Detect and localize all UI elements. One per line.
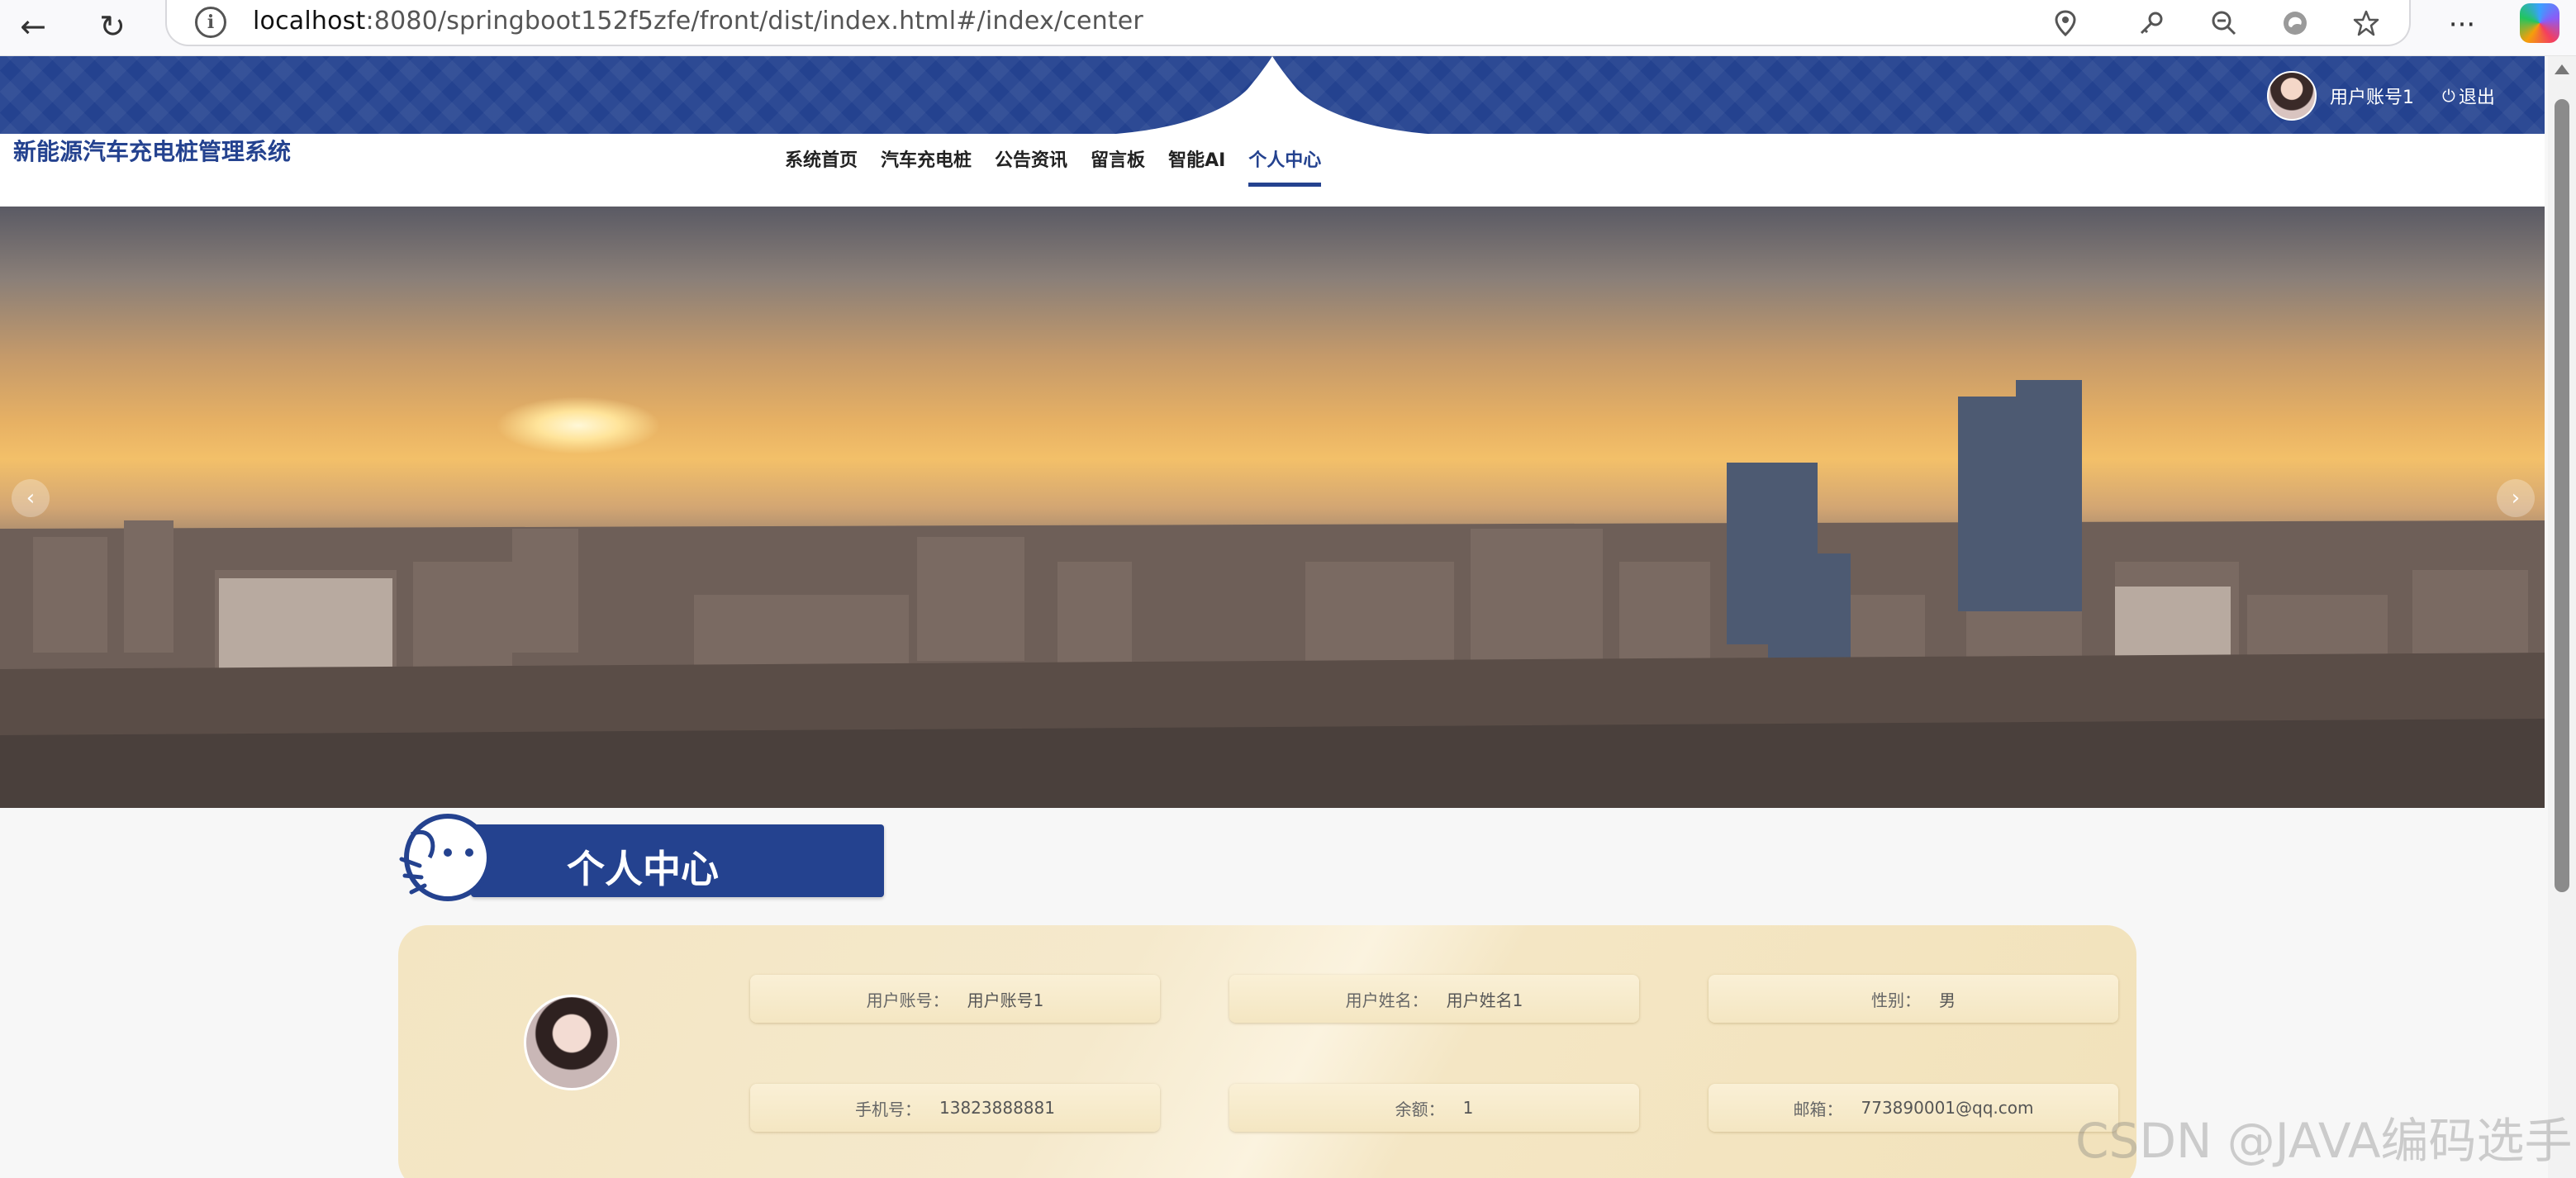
- nav-charging-piles[interactable]: 汽车充电桩: [881, 145, 972, 180]
- field-gender: 性别： 男: [1709, 975, 2118, 1023]
- section-header: 个人中心: [397, 810, 884, 917]
- scroll-up-icon[interactable]: [2555, 64, 2569, 74]
- scrollbar-thumb[interactable]: [2555, 99, 2569, 892]
- field-label: 性别：: [1871, 990, 1921, 1010]
- profile-card: 用户账号： 用户账号1 用户姓名： 用户姓名1 性别： 男 手机号： 13823…: [398, 925, 2136, 1178]
- carousel-prev-button[interactable]: ‹: [12, 479, 50, 517]
- edge-refresh-icon[interactable]: [2279, 7, 2312, 40]
- profile-avatar[interactable]: [524, 995, 620, 1090]
- banner-carousel: ‹ ›: [0, 207, 2545, 808]
- reload-icon[interactable]: ↻: [91, 5, 134, 48]
- field-phone: 手机号： 13823888881: [750, 1084, 1160, 1132]
- page-viewport: 用户账号1 ⏻ 退出 新能源汽车充电桩管理系统 系统首页 汽车充电桩 公告资讯 …: [0, 56, 2545, 1178]
- field-label: 用户账号：: [866, 990, 949, 1010]
- watermark: CSDN @JAVA编码选手: [2075, 1113, 2573, 1169]
- mascot-face-icon: [399, 814, 492, 901]
- field-value: 男: [1939, 990, 1956, 1010]
- nav-announcements[interactable]: 公告资讯: [995, 145, 1067, 180]
- power-icon: ⏻: [2442, 86, 2455, 106]
- copilot-icon[interactable]: [2520, 3, 2559, 43]
- section-title-bar: 个人中心: [471, 824, 884, 897]
- nav-smart-ai[interactable]: 智能AI: [1168, 145, 1225, 180]
- field-label: 手机号：: [855, 1099, 921, 1119]
- nav-message-board[interactable]: 留言板: [1091, 145, 1145, 180]
- url-text[interactable]: localhost:8080/springboot152f5zfe/front/…: [253, 7, 1143, 36]
- field-label: 余额：: [1395, 1099, 1445, 1119]
- back-icon[interactable]: ←: [12, 5, 55, 48]
- logout-button[interactable]: ⏻ 退出: [2442, 83, 2495, 109]
- field-label: 邮箱：: [1793, 1099, 1843, 1119]
- section-title: 个人中心: [567, 847, 719, 891]
- field-label: 用户姓名：: [1345, 990, 1428, 1010]
- field-value: 用户姓名1: [1446, 990, 1523, 1010]
- field-value: 用户账号1: [967, 990, 1044, 1010]
- zoom-out-icon[interactable]: [2208, 7, 2241, 40]
- user-avatar[interactable]: [2267, 71, 2317, 121]
- field-name: 用户姓名： 用户姓名1: [1229, 975, 1639, 1023]
- browser-toolbar: ← ↻ i localhost:8080/springboot152f5zfe/…: [0, 0, 2576, 56]
- more-icon[interactable]: ···: [2442, 5, 2482, 45]
- main-menu: 系统首页 汽车充电桩 公告资讯 留言板 智能AI 个人中心: [785, 145, 1322, 187]
- site-title: 新能源汽车充电桩管理系统: [13, 138, 292, 165]
- address-bar[interactable]: i localhost:8080/springboot152f5zfe/fron…: [165, 0, 2411, 46]
- key-icon[interactable]: [2135, 7, 2168, 40]
- top-header-bar: 用户账号1 ⏻ 退出: [0, 56, 2545, 135]
- header-peak-decoration: [1074, 56, 1471, 135]
- nav-personal-center[interactable]: 个人中心: [1248, 145, 1322, 187]
- carousel-next-button[interactable]: ›: [2497, 479, 2535, 517]
- field-balance: 余额： 1: [1229, 1084, 1639, 1132]
- page-scrollbar[interactable]: [2548, 56, 2576, 1178]
- field-value: 13823888881: [939, 1098, 1055, 1118]
- favorite-star-icon[interactable]: [2350, 7, 2383, 40]
- field-email: 邮箱： 773890001@qq.com: [1709, 1084, 2118, 1132]
- city-skyline-image: [0, 380, 2545, 808]
- field-value: 1: [1462, 1098, 1474, 1118]
- logout-label: 退出: [2458, 88, 2495, 108]
- nav-home[interactable]: 系统首页: [785, 145, 858, 180]
- location-icon[interactable]: [2049, 7, 2082, 40]
- field-value: 773890001@qq.com: [1861, 1098, 2034, 1118]
- header-user-name[interactable]: 用户账号1: [2330, 83, 2414, 109]
- info-icon[interactable]: i: [195, 7, 226, 38]
- field-account: 用户账号： 用户账号1: [750, 975, 1160, 1023]
